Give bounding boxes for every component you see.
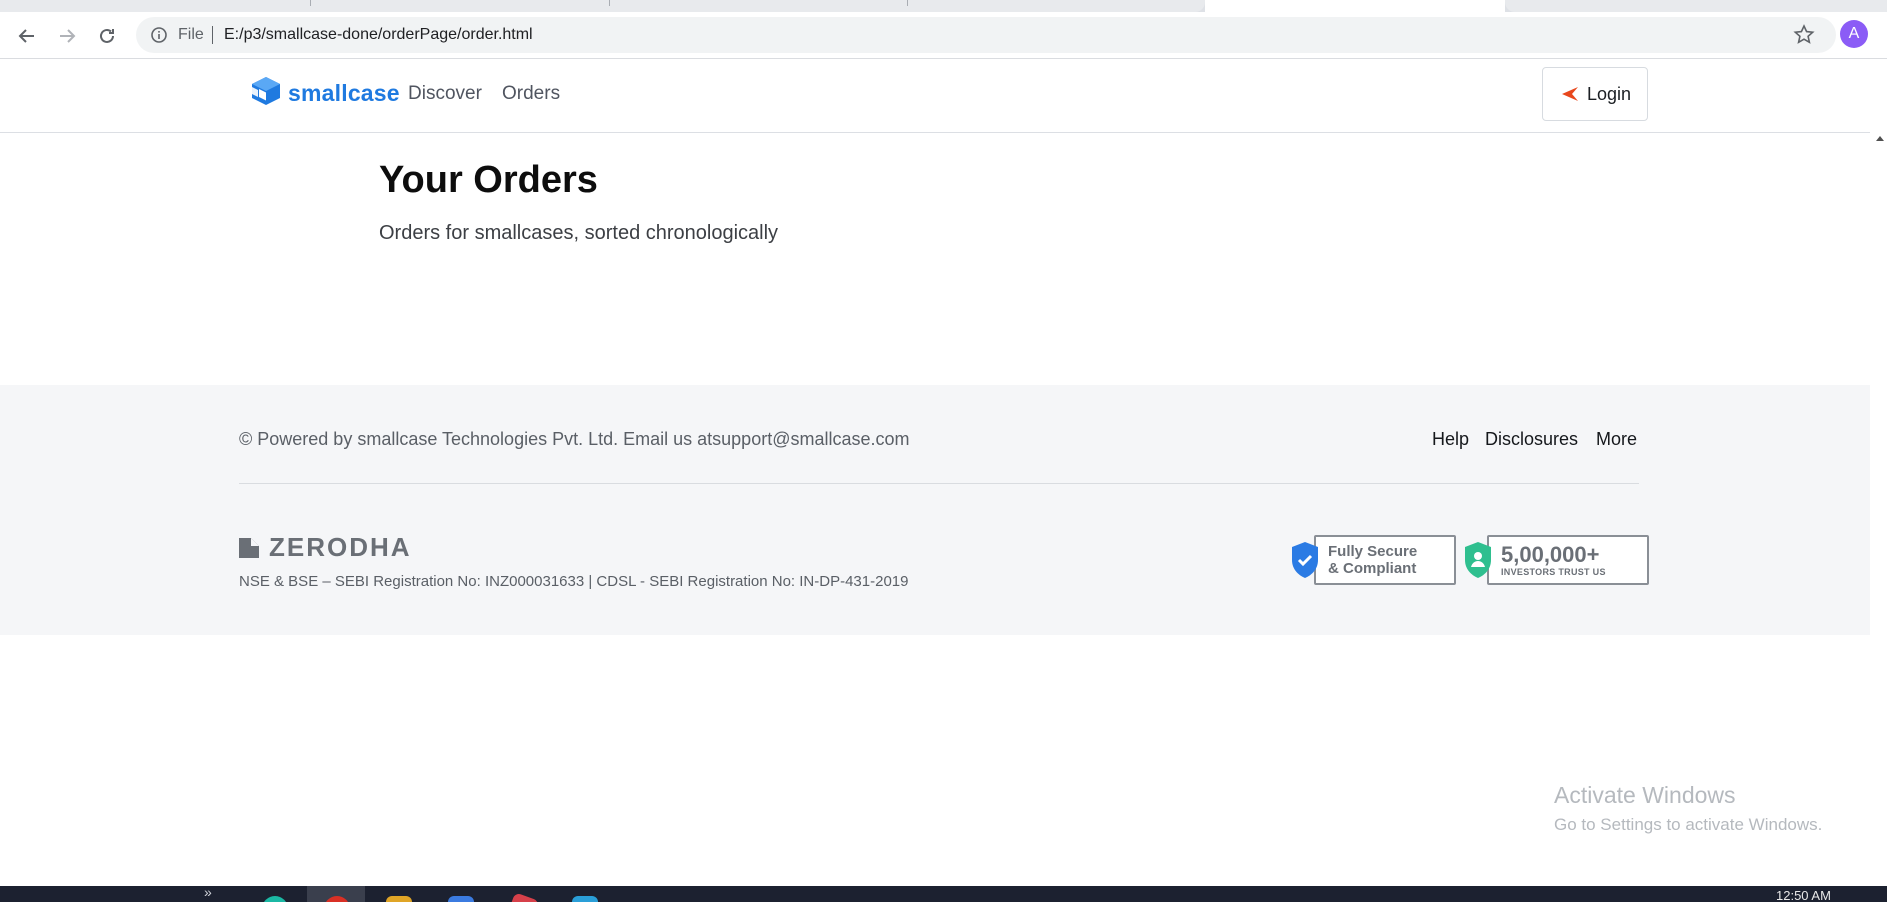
login-label: Login — [1586, 83, 1632, 104]
arrow-left-icon — [18, 29, 34, 43]
tab-separator — [609, 0, 610, 6]
secure-badge-line1: Fully Secure — [1328, 543, 1418, 560]
windows-taskbar: » 12:50 AM — [0, 886, 1887, 902]
app-icon[interactable] — [262, 896, 288, 902]
file-explorer-icon[interactable] — [386, 896, 412, 902]
browser-toolbar: File E:/p3/smallcase-done/orderPage/orde… — [0, 12, 1887, 59]
url-scheme-label: File — [178, 26, 204, 43]
brand-logo[interactable]: smallcase — [250, 73, 400, 113]
watermark-subtitle: Go to Settings to activate Windows. — [1554, 815, 1823, 834]
web-page: smallcase Discover Orders Login Your Ord… — [0, 59, 1887, 886]
shield-check-icon — [1292, 542, 1318, 578]
investors-count: 5,00,000+ — [1501, 541, 1600, 567]
secure-badge-line2: & Compliant — [1328, 560, 1417, 577]
url-text[interactable]: E:/p3/smallcase-done/orderPage/order.htm… — [224, 26, 533, 44]
smallcase-logo-icon — [252, 77, 280, 105]
zerodha-mark-icon — [239, 537, 259, 558]
info-icon[interactable] — [150, 26, 168, 44]
url-divider — [212, 26, 213, 44]
investors-badge: 5,00,000+ INVESTORS TRUST US — [1463, 534, 1649, 586]
browser-tab-active[interactable] — [1205, 0, 1505, 12]
arrow-right-icon — [60, 29, 76, 43]
windows-activation-watermark: Activate Windows Go to Settings to activ… — [1554, 782, 1822, 835]
footer-divider — [239, 483, 1639, 484]
page-title: Your Orders — [379, 159, 598, 201]
registration-text: NSE & BSE – SEBI Registration No: INZ000… — [239, 573, 909, 590]
reload-button[interactable] — [93, 22, 121, 50]
browser-tab-strip — [0, 0, 1887, 12]
tab-separator — [310, 0, 311, 6]
browser-tab[interactable] — [0, 0, 1205, 12]
kite-logo-icon — [1561, 87, 1578, 101]
back-button[interactable] — [13, 22, 41, 50]
profile-avatar[interactable]: A — [1840, 20, 1868, 48]
taskbar-overflow-icon[interactable]: » — [204, 886, 212, 900]
app-icon[interactable] — [506, 892, 540, 902]
scroll-up-icon[interactable] — [1876, 136, 1884, 141]
footer-copyright: © Powered by smallcase Technologies Pvt.… — [239, 429, 910, 449]
page-scrollbar[interactable] — [1870, 132, 1887, 886]
login-button[interactable]: Login — [1542, 67, 1648, 121]
taskbar-clock: 12:50 AM — [1776, 888, 1831, 902]
footer-link-more[interactable]: More — [1596, 429, 1637, 450]
nav-orders[interactable]: Orders — [502, 83, 560, 105]
nav-discover[interactable]: Discover — [408, 83, 482, 105]
forward-button[interactable] — [53, 22, 81, 50]
investors-caption: INVESTORS TRUST US — [1501, 566, 1606, 577]
site-footer: © Powered by smallcase Technologies Pvt.… — [0, 385, 1870, 635]
brand-name: smallcase — [288, 79, 400, 106]
zerodha-logo: ZERODHA — [239, 532, 412, 563]
bookmark-star-icon[interactable] — [1792, 23, 1816, 47]
zerodha-wordmark: ZERODHA — [269, 532, 412, 562]
shield-user-icon — [1465, 542, 1491, 578]
site-header: smallcase Discover Orders Login — [0, 59, 1887, 133]
footer-link-help[interactable]: Help — [1432, 429, 1469, 450]
browser-tab[interactable] — [1505, 0, 1887, 12]
watermark-title: Activate Windows — [1554, 782, 1736, 808]
reload-icon — [100, 28, 114, 43]
vscode-icon[interactable] — [572, 896, 598, 902]
tab-separator — [907, 0, 908, 6]
footer-link-disclosures[interactable]: Disclosures — [1485, 429, 1578, 450]
secure-badge: Fully Secure & Compliant — [1290, 534, 1456, 586]
address-bar[interactable]: File E:/p3/smallcase-done/orderPage/orde… — [136, 17, 1836, 53]
page-subtitle: Orders for smallcases, sorted chronologi… — [379, 222, 779, 244]
app-icon[interactable] — [448, 896, 474, 902]
